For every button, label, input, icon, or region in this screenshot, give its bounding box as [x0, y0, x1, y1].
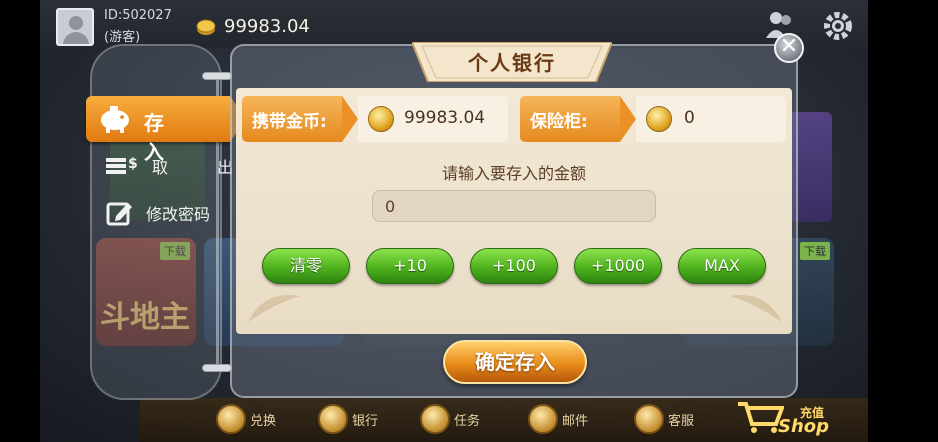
nav-exchange[interactable]: 兑换 — [216, 404, 276, 434]
tab-change-password-label: 修改密码 — [146, 205, 211, 224]
clear-button[interactable]: 清零 — [262, 248, 350, 284]
exchange-icon — [216, 404, 246, 434]
confirm-deposit-button[interactable]: 确定存入 — [443, 340, 587, 384]
task-icon — [420, 404, 450, 434]
deposit-amount-input[interactable]: 0 — [372, 190, 656, 222]
gold-coin-icon — [646, 106, 672, 132]
nav-task[interactable]: 任务 — [420, 404, 480, 434]
nav-task-label: 任务 — [454, 413, 481, 429]
panel-hinge-bottom — [202, 364, 232, 372]
game-lobby-screen: ID:502027 (游客) 99983.04 斗地主 下载 下载 兑换 银行 … — [0, 0, 938, 442]
download-badge: 下载 — [800, 242, 830, 260]
safe-label-arrow — [620, 96, 636, 142]
nav-support[interactable]: 客服 — [634, 404, 694, 434]
safe-label: 保险柜: — [520, 96, 620, 142]
avatar-body-shape — [63, 32, 89, 44]
add-10-button[interactable]: +10 — [366, 248, 454, 284]
letterbox-left — [0, 0, 40, 442]
piggy-bank-icon — [101, 106, 129, 133]
letterbox-right — [868, 0, 938, 442]
support-icon — [634, 404, 664, 434]
top-gold-amount: 99983.04 — [224, 16, 310, 37]
nav-bank-label: 银行 — [352, 413, 379, 429]
safe-value: 0 — [684, 108, 695, 128]
tab-change-password[interactable]: 修改密码 — [106, 200, 210, 226]
user-avatar[interactable] — [56, 8, 94, 46]
leaf-decoration-icon — [248, 295, 300, 322]
avatar-head-shape — [69, 16, 83, 30]
nav-mail-label: 邮件 — [562, 413, 589, 429]
nav-exchange-label: 兑换 — [250, 413, 277, 429]
shop-label[interactable]: Shop — [778, 416, 829, 437]
svg-text:$: $ — [128, 156, 138, 172]
add-1000-button[interactable]: +1000 — [574, 248, 662, 284]
nav-mail[interactable]: 邮件 — [528, 404, 588, 434]
gold-coin-icon — [196, 19, 216, 35]
carry-gold-value: 99983.04 — [404, 108, 486, 128]
shopping-cart-icon[interactable] — [736, 400, 784, 434]
user-role: (游客) — [104, 30, 141, 45]
nav-support-label: 客服 — [668, 413, 695, 429]
add-100-button[interactable]: +100 — [470, 248, 558, 284]
gold-coin-icon — [368, 106, 394, 132]
leaf-decoration-icon — [730, 295, 782, 322]
bank-icon — [318, 404, 348, 434]
nav-bank[interactable]: 银行 — [318, 404, 378, 434]
tab-deposit[interactable]: 存 入 — [86, 96, 246, 164]
mail-icon — [528, 404, 558, 434]
edit-icon — [106, 202, 132, 226]
gear-icon[interactable] — [822, 10, 854, 42]
max-button[interactable]: MAX — [678, 248, 766, 284]
cash-stack-icon: $ — [106, 156, 138, 174]
panel-hinge-top — [202, 72, 232, 80]
dialog-title: 个人银行 — [468, 51, 556, 75]
carry-gold-label: 携带金币: — [242, 96, 342, 142]
close-button[interactable]: ✕ — [774, 33, 804, 63]
deposit-prompt: 请输入要存入的金额 — [441, 164, 586, 183]
carry-label-arrow — [342, 96, 358, 142]
user-id: ID:502027 — [104, 8, 172, 23]
